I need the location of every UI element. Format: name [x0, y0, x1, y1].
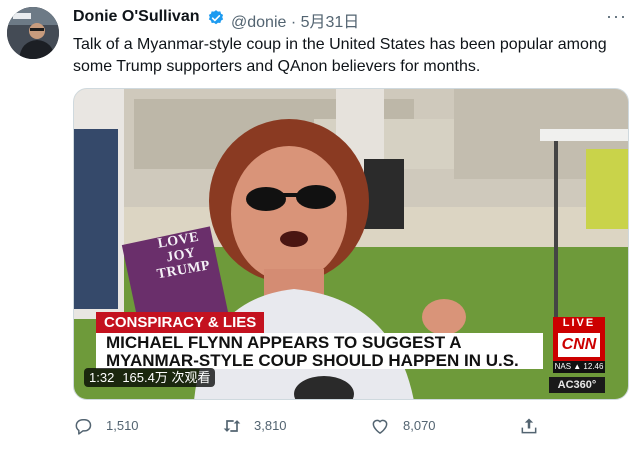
video-duration-badge: 1:32 165.4万 次观看	[84, 368, 216, 387]
video-duration: 1:32	[89, 370, 115, 385]
verified-badge-icon	[208, 10, 224, 25]
chyron-headline: MICHAEL FLYNN APPEARS TO SUGGEST A MYANM…	[96, 333, 543, 369]
like-count: 8,070	[403, 418, 436, 433]
share-icon	[521, 418, 537, 434]
network-logo: CNN	[558, 333, 600, 357]
avatar[interactable]	[7, 7, 59, 59]
share-button[interactable]	[519, 414, 543, 438]
view-count: 165.4万 次观看	[122, 370, 211, 385]
chyron-tag: CONSPIRACY & LIES	[96, 312, 265, 333]
reply-count: 1,510	[106, 418, 139, 433]
like-button[interactable]: 8,070	[370, 414, 460, 438]
retweet-count: 3,810	[254, 418, 287, 433]
show-tag: AC360°	[549, 377, 605, 393]
handle-and-date[interactable]: @donie · 5月31日	[231, 8, 359, 32]
live-label: LIVE	[562, 317, 596, 329]
author-name[interactable]: Donie O'Sullivan	[73, 8, 200, 26]
tweet-header: Donie O'Sullivan @donie · 5月31日 ···	[73, 6, 633, 32]
retweet-button[interactable]: 3,810	[221, 414, 311, 438]
ticker: NAS ▲ 12.46	[553, 361, 605, 373]
retweet-icon	[223, 420, 241, 432]
avatar-image	[7, 7, 59, 59]
reply-button[interactable]: 1,510	[73, 414, 163, 438]
chyron-line-2: MYANMAR-STYLE COUP SHOULD HAPPEN IN U.S.	[106, 351, 519, 369]
tweet-actions: 1,510 3,810 8,070	[73, 414, 633, 438]
reply-icon	[75, 419, 92, 435]
more-dots-icon[interactable]: ···	[606, 6, 627, 27]
video-player[interactable]: LOVE JOY TRUMP CONSPIRACY & LIES MICHAEL…	[73, 88, 629, 400]
chyron-line-1: MICHAEL FLYNN APPEARS TO SUGGEST A	[106, 333, 462, 352]
heart-icon	[372, 419, 388, 434]
tweet-text: Talk of a Myanmar-style coup in the Unit…	[73, 36, 607, 75]
